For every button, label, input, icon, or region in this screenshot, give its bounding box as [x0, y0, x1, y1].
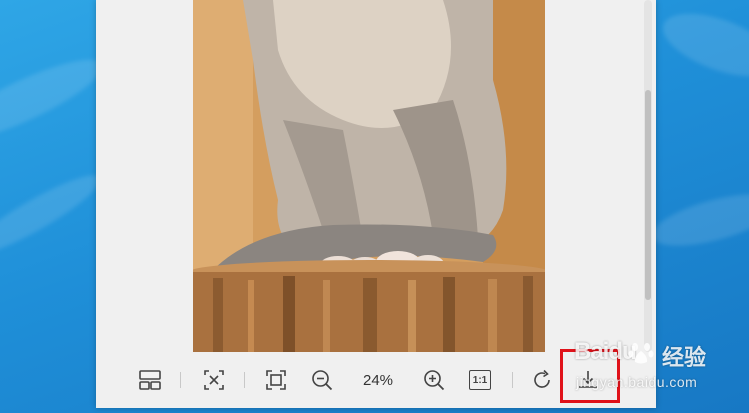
baidu-jingyan-watermark: Baidu 经验 jingyan.baidu.com — [574, 338, 744, 398]
zoom-out-button[interactable] — [308, 366, 336, 394]
viewer-photo — [193, 0, 545, 352]
actual-size-icon: 1:1 — [469, 370, 491, 390]
desktop-light-streak — [655, 0, 749, 90]
toolbar-separator — [180, 372, 181, 388]
zoom-in-button[interactable] — [420, 366, 448, 394]
toolbar-separator — [512, 372, 513, 388]
thumbnails-button[interactable] — [136, 366, 164, 394]
watermark-url: jingyan.baidu.com — [576, 374, 698, 390]
cat-photo — [193, 0, 545, 352]
paw-icon — [628, 343, 654, 364]
watermark-brand: Baidu — [574, 338, 637, 365]
desktop-light-streak — [647, 183, 749, 257]
rotate-icon — [534, 369, 550, 388]
desktop-light-streak — [0, 45, 111, 155]
desktop-light-streak — [0, 164, 108, 266]
rotate-button[interactable] — [528, 366, 556, 394]
fit-window-icon — [204, 370, 224, 390]
zoom-level: 24% — [362, 372, 394, 389]
zoom-out-icon — [312, 370, 333, 391]
thumbnails-icon — [139, 370, 161, 390]
toolbar-separator — [244, 372, 245, 388]
fullscreen-icon — [266, 370, 286, 390]
zoom-in-icon — [424, 370, 445, 391]
fit-window-button[interactable] — [200, 366, 228, 394]
image-viewer-window: 24% 1:1 — [96, 0, 656, 408]
actual-size-button[interactable]: 1:1 — [466, 366, 494, 394]
watermark-product: 经验 — [662, 345, 707, 370]
actual-size-label: 1:1 — [472, 374, 488, 386]
scrollbar-thumb[interactable] — [645, 90, 651, 300]
vertical-scrollbar[interactable] — [644, 0, 652, 352]
fullscreen-button[interactable] — [262, 366, 290, 394]
